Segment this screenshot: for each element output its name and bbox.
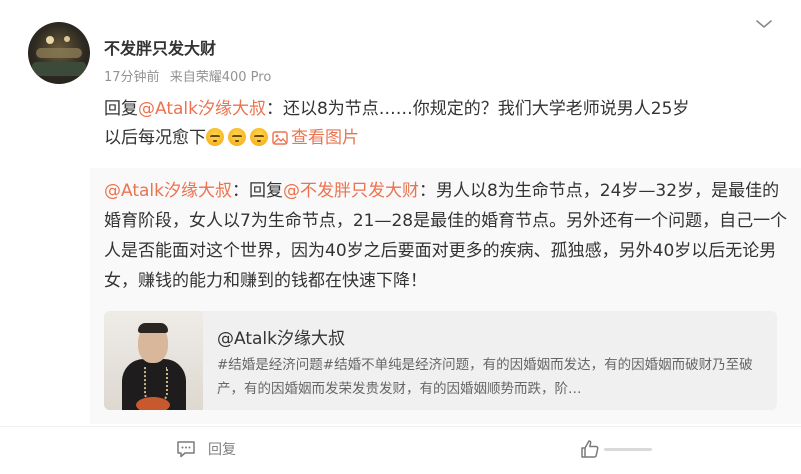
thumbs-up-icon (581, 440, 599, 458)
post-meta: 17分钟前 来自荣耀400 Pro (104, 66, 277, 85)
more-options-icon[interactable] (755, 18, 773, 32)
post-time[interactable]: 17分钟前 (104, 70, 160, 85)
reply-body-line1: ：还以8为节点……你规定的？我们大学老师说男人25岁 (265, 99, 690, 119)
quote-text-block: @Atalk汐缘大叔：回复@不发胖只发大财：男人以8为生命节点，24岁—32岁，… (104, 176, 790, 296)
card-description: #结婚是经济问题#结婚不单纯是经济问题，有的因婚姻而发达，有的因婚姻而破财乃至破… (217, 357, 753, 397)
quote-author-link[interactable]: @Atalk汐缘大叔 (104, 181, 232, 201)
quote-reply-word: ：回复 (231, 181, 283, 201)
reply-button[interactable]: 回复 (176, 439, 236, 459)
reply-body-line2: 以后每况愈下 (104, 128, 206, 148)
like-count-placeholder (604, 447, 652, 451)
divider (0, 426, 801, 427)
quoted-comment: @Atalk汐缘大叔：回复@不发胖只发大财：男人以8为生命节点，24岁—32岁，… (90, 168, 801, 424)
card-title: @Atalk汐缘大叔 (217, 329, 345, 349)
view-image-label: 查看图片 (291, 128, 359, 148)
comment-icon (177, 441, 195, 458)
reply-content: 回复@Atalk汐缘大叔：还以8为节点……你规定的？我们大学老师说男人25岁 以… (104, 95, 764, 153)
image-icon (272, 131, 288, 145)
avatar[interactable] (28, 22, 90, 84)
username[interactable]: 不发胖只发大财 (104, 35, 216, 59)
quote-target-link[interactable]: @不发胖只发大财 (283, 181, 419, 201)
reply-label: 回复 (208, 442, 236, 458)
doge-icon (206, 128, 224, 146)
like-button[interactable] (580, 438, 652, 460)
reply-mention-link[interactable]: @Atalk汐缘大叔 (138, 99, 266, 119)
view-image-link[interactable]: 查看图片 (272, 128, 359, 148)
doge-icon (228, 128, 246, 146)
source-device: 荣耀400 Pro (195, 70, 272, 85)
source-prefix: 来自 (169, 70, 196, 85)
doge-icon (250, 128, 268, 146)
card-thumbnail (104, 311, 203, 410)
reply-prefix: 回复 (104, 99, 138, 119)
linked-card[interactable]: @Atalk汐缘大叔 #结婚是经济问题#结婚不单纯是经济问题，有的因婚姻而发达，… (104, 311, 777, 410)
